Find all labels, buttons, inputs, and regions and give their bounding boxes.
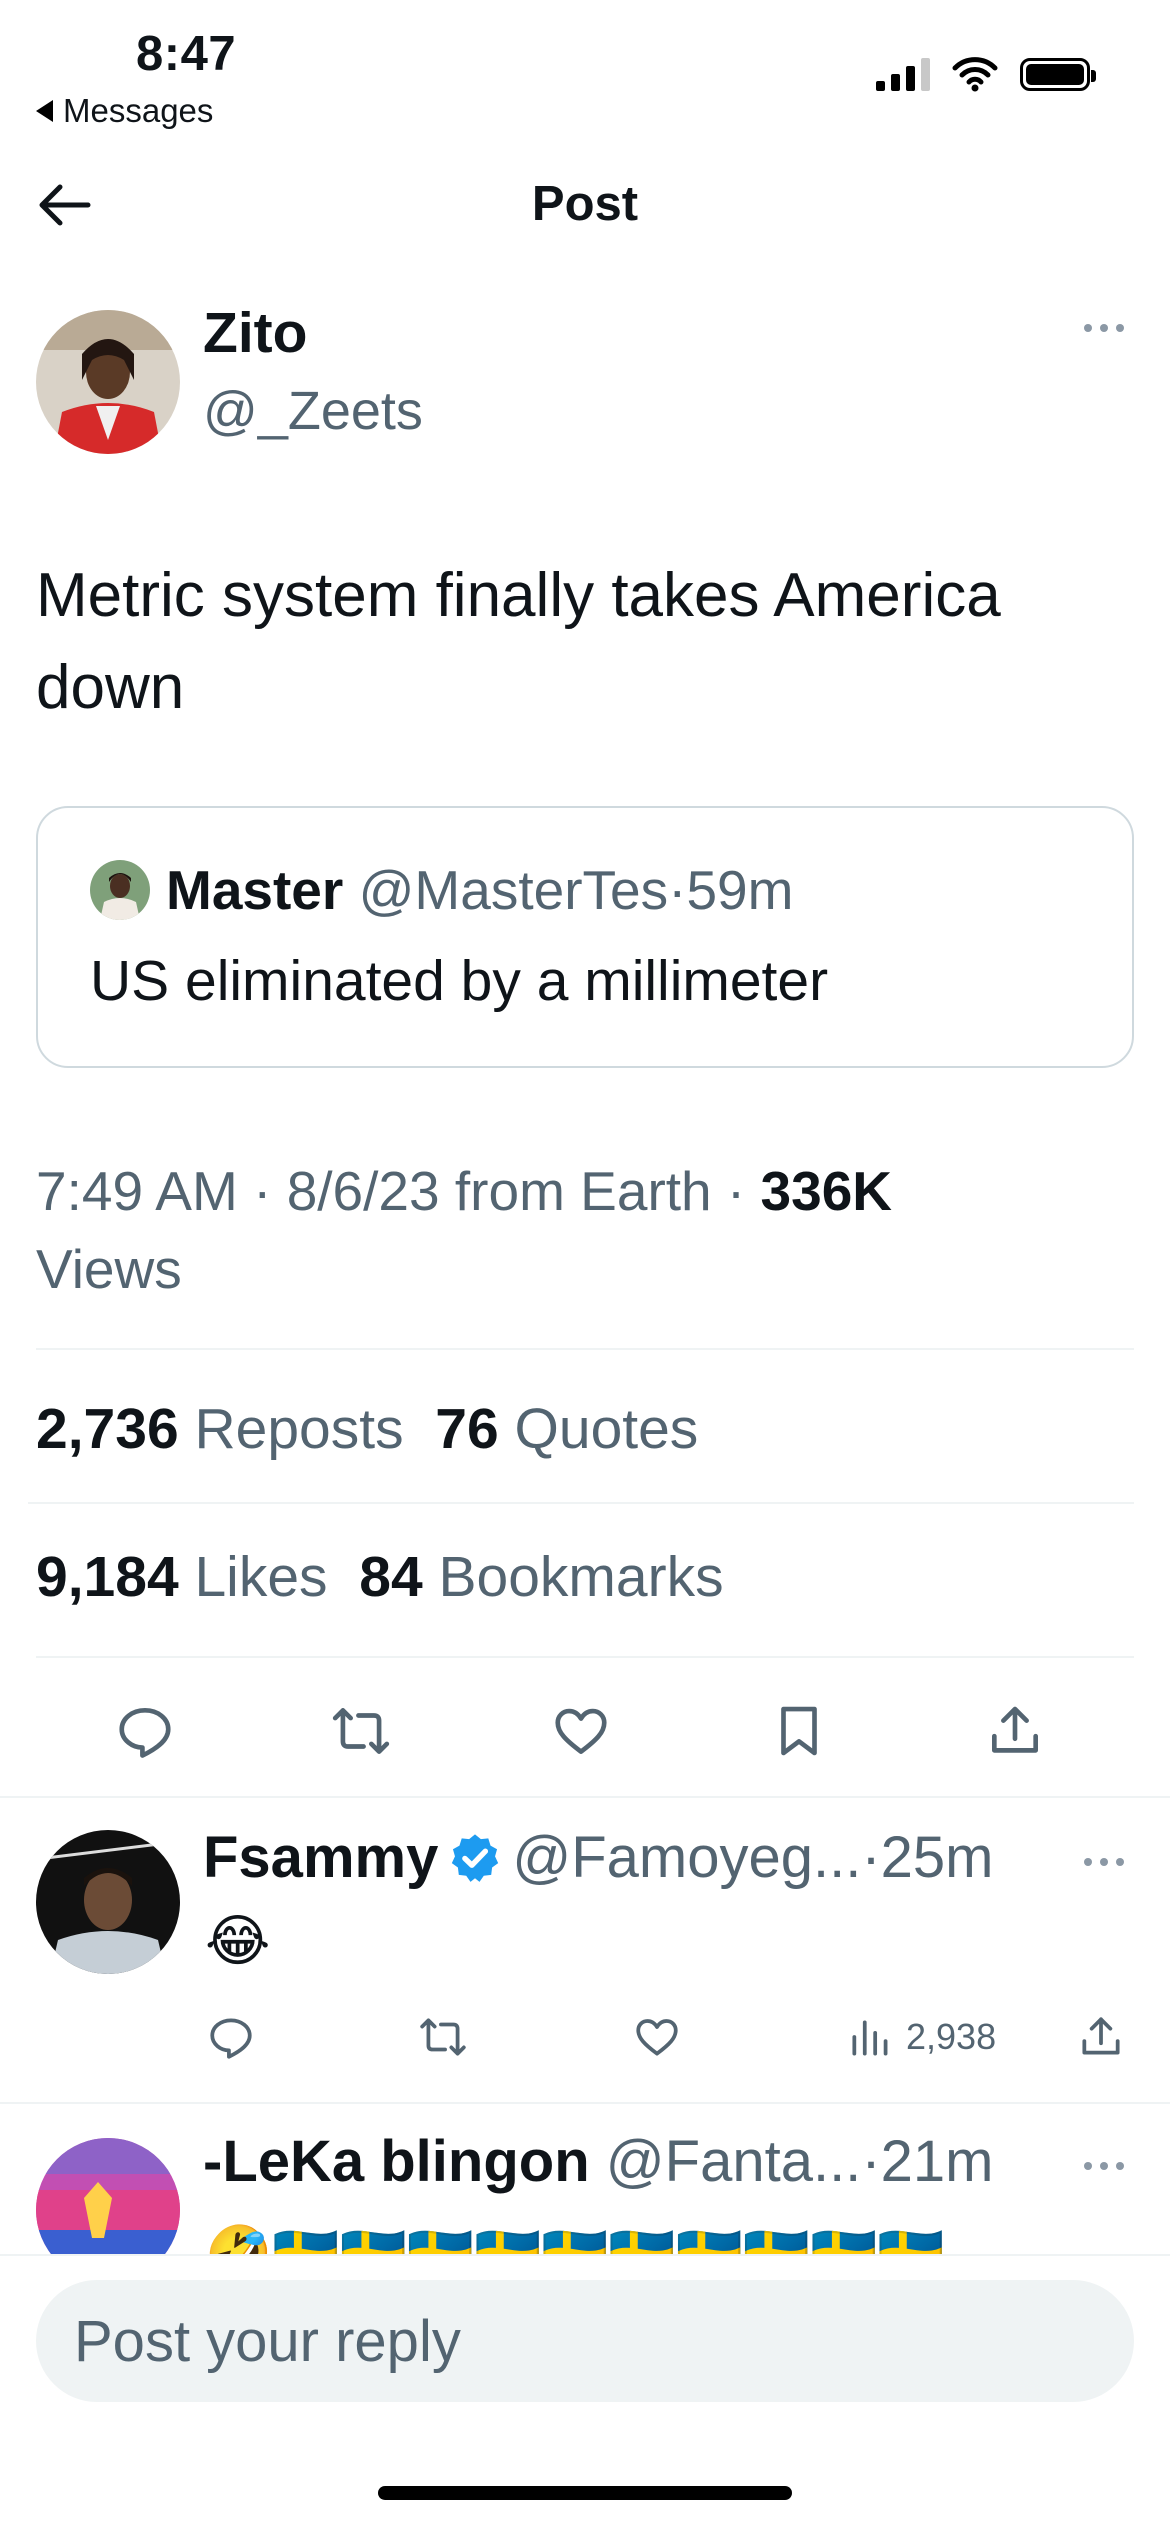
repost-icon[interactable] [330, 1700, 392, 1762]
reply-header: -LeKa blingon @Fanta... · 21m [203, 2128, 993, 2195]
divider [0, 1796, 1170, 1798]
reposts-count: 2,736 [36, 1397, 179, 1461]
views-icon [852, 2020, 888, 2056]
reply-views-count: 2,938 [906, 2016, 997, 2057]
reply-text: 🤣🇸🇪🇸🇪🇸🇪🇸🇪🇸🇪🇸🇪🇸🇪🇸🇪🇸🇪🇸🇪 [205, 2224, 945, 2254]
quote-author-handle: @MasterTes [358, 859, 669, 921]
quotes-stat[interactable]: 76 Quotes [435, 1397, 698, 1461]
views-count: 336K [760, 1160, 893, 1222]
reply-views[interactable]: 2,938 [846, 2012, 996, 2062]
status-time: 8:47 [136, 27, 237, 81]
reply-item: -LeKa blingon @Fanta... · 21m 🤣🇸🇪🇸🇪🇸🇪🇸🇪🇸🇪🇸… [0, 2104, 1170, 2254]
quotes-label: Quotes [514, 1397, 699, 1461]
more-icon[interactable] [1082, 2156, 1126, 2176]
post-date: 8/6/23 [286, 1160, 440, 1222]
reply-separator: · [861, 2129, 881, 2194]
reply-author-name[interactable]: Fsammy [203, 1824, 438, 1891]
more-icon[interactable] [1082, 1852, 1126, 1872]
more-icon[interactable] [1082, 318, 1126, 338]
page-title: Post [531, 177, 639, 231]
reply-header: Fsammy @Famoyeg... · 25m [203, 1824, 994, 1891]
views-label: Views [36, 1238, 182, 1300]
verified-icon [452, 1833, 499, 1882]
divider [0, 2254, 1170, 2256]
likes-stat[interactable]: 9,184 Likes [36, 1545, 328, 1609]
reply-avatar[interactable] [36, 1830, 180, 1974]
signal-icon [876, 57, 930, 91]
quote-avatar [90, 860, 150, 920]
share-icon[interactable] [984, 1700, 1046, 1762]
likes-label: Likes [194, 1545, 328, 1609]
reply-text: 😂 [205, 1909, 271, 1972]
quotes-count: 76 [435, 1397, 499, 1461]
post-meta: 7:49 AM · 8/6/23 from Earth · 336K Views [36, 1160, 893, 1300]
author-handle[interactable]: @_Zeets [203, 380, 423, 442]
battery-icon [1020, 57, 1096, 91]
bookmarks-label: Bookmarks [438, 1545, 724, 1609]
repost-icon[interactable] [418, 2012, 468, 2062]
back-app-label: Messages [63, 92, 214, 129]
likes-bookmarks-stats: 9,184 Likes 84 Bookmarks [36, 1544, 724, 1610]
avatar[interactable] [36, 310, 180, 454]
reply-avatar[interactable] [36, 2138, 180, 2254]
reposts-label: Reposts [194, 1397, 404, 1461]
reply-icon[interactable] [114, 1700, 176, 1762]
quote-time: 59m [686, 859, 794, 921]
share-icon[interactable] [1076, 2012, 1126, 2062]
post-source: from Earth [454, 1160, 712, 1222]
reposts-quotes-stats: 2,736 Reposts 76 Quotes [36, 1396, 698, 1462]
reply-author-name[interactable]: -LeKa blingon [203, 2128, 590, 2195]
reply-author-handle[interactable]: @Famoyeg... [512, 1824, 861, 1891]
quote-author-name: Master [166, 859, 344, 921]
reply-time: 21m [880, 2129, 994, 2194]
back-to-messages[interactable]: Messages [36, 92, 213, 130]
bookmark-icon[interactable] [768, 1700, 830, 1762]
bookmarks-count: 84 [359, 1545, 423, 1609]
quote-header: Master @MasterTes·59m [166, 858, 793, 922]
author-name[interactable]: Zito [203, 300, 307, 366]
reply-placeholder: Post your reply [74, 2309, 461, 2374]
wifi-icon [952, 57, 998, 92]
reposts-stat[interactable]: 2,736 Reposts [36, 1397, 404, 1461]
reply-icon[interactable] [206, 2012, 256, 2062]
reply-author-handle[interactable]: @Fanta... [606, 2128, 862, 2195]
status-icons [876, 56, 1096, 92]
back-triangle-icon [36, 100, 53, 122]
home-indicator[interactable] [378, 2486, 792, 2500]
like-icon[interactable] [550, 1700, 612, 1762]
divider [28, 1502, 1134, 1504]
reply-time: 25m [880, 1825, 994, 1890]
reply-separator: · [861, 1825, 881, 1890]
post-time: 7:49 AM [36, 1160, 238, 1222]
quote-separator: · [668, 859, 687, 921]
divider [36, 1348, 1134, 1350]
likes-count: 9,184 [36, 1545, 179, 1609]
tweet-text: Metric system finally takes America down [36, 561, 1001, 722]
bookmarks-stat[interactable]: 84 Bookmarks [359, 1545, 723, 1609]
divider [36, 1656, 1134, 1658]
like-icon[interactable] [632, 2012, 682, 2062]
quoted-post[interactable]: Master @MasterTes·59m US eliminated by a… [36, 806, 1134, 1068]
quote-text: US eliminated by a millimeter [90, 949, 829, 1013]
